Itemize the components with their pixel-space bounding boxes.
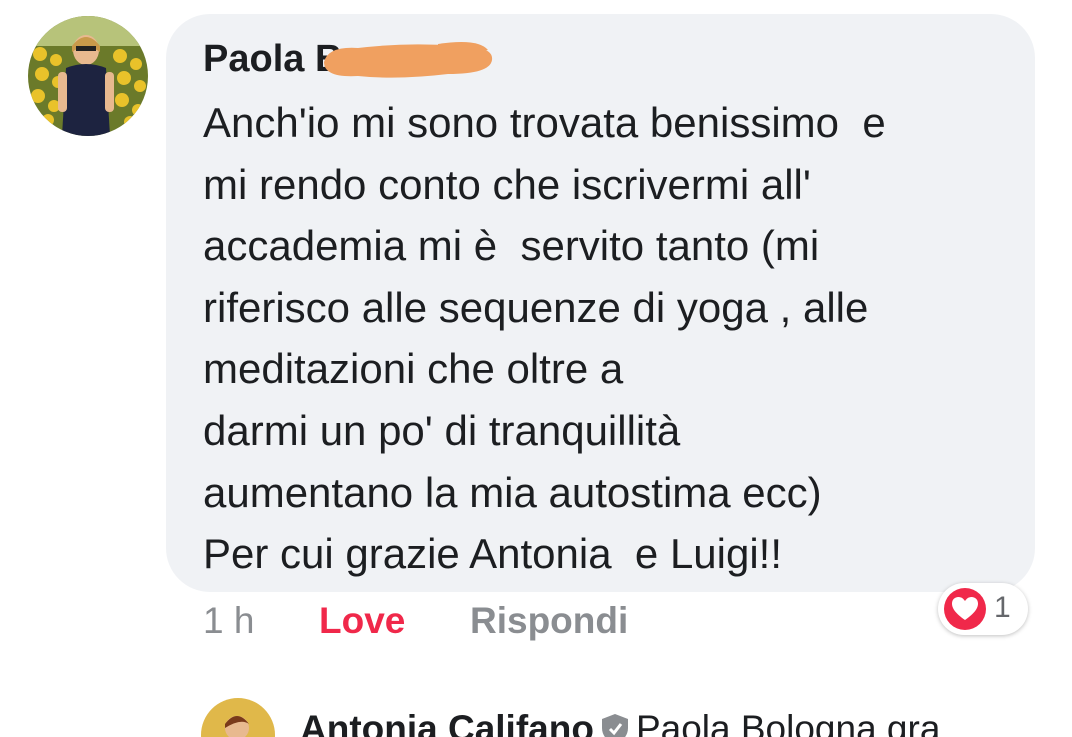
comment-timestamp[interactable]: 1 h (203, 600, 254, 642)
reply-avatar[interactable] (201, 698, 275, 737)
reply-photo (201, 698, 275, 737)
comment-thread: Paola B Anch'io mi sono trovata benissim… (0, 0, 1072, 737)
comment-line: Anch'io mi sono trovata benissimo e (203, 99, 886, 146)
redaction-mark (324, 42, 493, 78)
shield-icon (601, 714, 628, 737)
love-button[interactable]: Love (319, 600, 405, 642)
reply-button[interactable]: Rispondi (470, 600, 628, 642)
reply-author[interactable]: Antonia Califano (300, 708, 594, 737)
comment-line: aumentano la mia autostima ecc) (203, 468, 822, 516)
reaction-count: 1 (994, 591, 1011, 624)
commenter-avatar[interactable] (28, 16, 148, 136)
comment-line: mi rendo conto che iscrivermi all' (203, 160, 811, 208)
reaction-summary[interactable]: 1 (938, 583, 1028, 635)
comment-line: meditazioni che oltre a (203, 345, 624, 393)
reply-preview: Antonia Califano Paola Bologna gra (300, 708, 940, 737)
reply-text: Paola Bologna gra (635, 708, 941, 737)
commenter-photo (28, 16, 148, 136)
comment-text: Anch'io mi sono trovata benissimo e mi r… (203, 92, 1023, 585)
comment-line: riferisco alle sequenze di yoga , alle (203, 283, 869, 331)
heart-icon (944, 588, 986, 630)
comment-line: darmi un po' di tranquillità (203, 406, 681, 454)
comment-line: accademia mi è servito tanto (mi (203, 222, 820, 270)
comment-line: Per cui grazie Antonia e Luigi!! (203, 530, 783, 578)
